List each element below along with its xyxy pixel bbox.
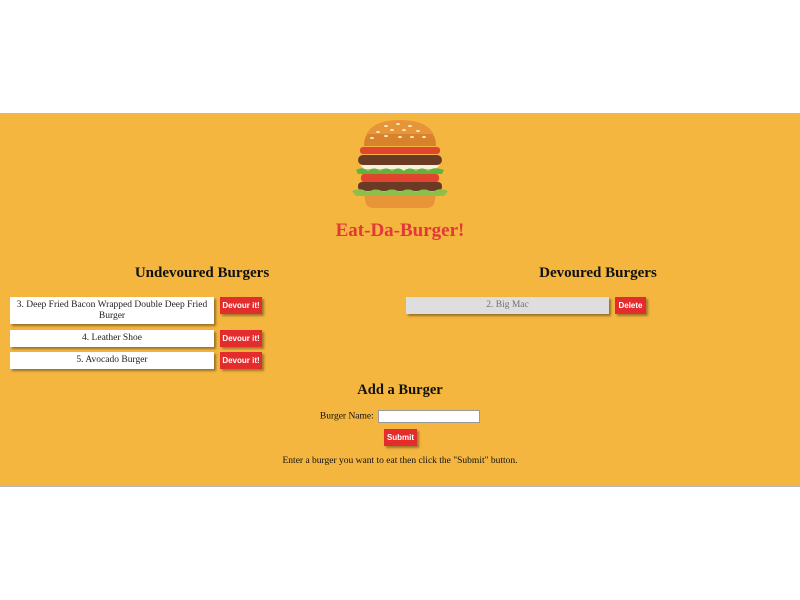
undevoured-burger-item: 4. Leather Shoe: [10, 330, 214, 347]
undevoured-heading: Undevoured Burgers: [134, 265, 270, 281]
undevoured-burger-item: 5. Avocado Burger: [10, 352, 214, 369]
devoured-heading: Devoured Burgers: [539, 265, 657, 281]
burger-logo-icon: [352, 120, 448, 208]
add-burger-form: Burger Name:: [0, 410, 800, 423]
undevoured-burger-item: 3. Deep Fried Bacon Wrapped Double Deep …: [10, 297, 214, 324]
devour-button[interactable]: Devour it!: [220, 352, 262, 369]
instructions-text: Enter a burger you want to eat then clic…: [282, 456, 518, 466]
burger-name-input[interactable]: [378, 410, 481, 423]
app-title: Eat-Da-Burger!: [335, 220, 465, 241]
devour-button[interactable]: Devour it!: [220, 330, 262, 347]
devoured-burger-item: 2. Big Mac: [406, 297, 609, 314]
submit-button[interactable]: Submit: [384, 429, 417, 446]
devour-button[interactable]: Devour it!: [220, 297, 262, 314]
main-panel: Eat-Da-Burger! Undevoured Burgers Devour…: [0, 113, 800, 487]
burger-name-label: Burger Name:: [319, 411, 374, 422]
delete-button[interactable]: Delete: [615, 297, 646, 314]
add-burger-heading: Add a Burger: [357, 382, 443, 398]
